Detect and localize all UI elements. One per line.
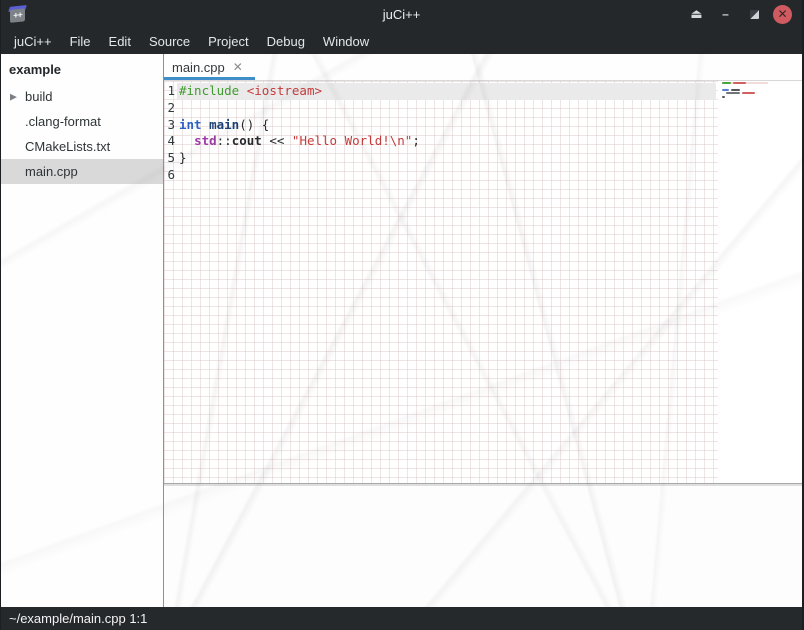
code-line-5[interactable]: 5} bbox=[164, 150, 716, 167]
sidebar-item-main-cpp[interactable]: main.cpp bbox=[1, 159, 163, 184]
expander-icon[interactable]: ▶ bbox=[10, 91, 17, 102]
code-text: } bbox=[177, 150, 716, 167]
code-text: std::cout << "Hello World!\n"; bbox=[177, 133, 716, 150]
code-line-6[interactable]: 6 bbox=[164, 167, 716, 184]
status-bar: ~/example/main.cpp 1:1 bbox=[1, 607, 802, 630]
restore-icon bbox=[750, 10, 759, 19]
code-text bbox=[177, 100, 716, 117]
line-number: 6 bbox=[164, 167, 177, 184]
minimap-row-3 bbox=[722, 89, 768, 91]
menu-project[interactable]: Project bbox=[199, 30, 257, 53]
line-number: 1 bbox=[164, 83, 177, 100]
code-lines: 1#include <iostream>23int main() {4 std:… bbox=[164, 83, 716, 184]
minimap-code-segment bbox=[726, 92, 740, 94]
terminal-panel[interactable] bbox=[164, 486, 802, 607]
menu-edit[interactable]: Edit bbox=[100, 30, 140, 53]
app-window: ++ juCi++ ⏏ – ✕ juCi++FileEditSourceProj… bbox=[0, 0, 804, 630]
minimize-button[interactable]: – bbox=[715, 4, 736, 25]
menu-window[interactable]: Window bbox=[314, 30, 378, 53]
source-minimap[interactable] bbox=[722, 82, 768, 102]
sidebar-item-build[interactable]: ▶ build bbox=[1, 84, 163, 109]
minimap-row-6 bbox=[722, 99, 768, 101]
minimap-row-4 bbox=[722, 92, 768, 94]
tab-label: main.cpp bbox=[172, 60, 225, 75]
window-title: juCi++ bbox=[1, 7, 802, 22]
menu-file[interactable]: File bbox=[61, 30, 100, 53]
file-tree: ▶ build .clang-format CMakeLists.txt main.cp… bbox=[1, 84, 163, 184]
project-root-label[interactable]: example bbox=[1, 56, 163, 84]
line-number: 2 bbox=[164, 100, 177, 117]
code-line-4[interactable]: 4 std::cout << "Hello World!\n"; bbox=[164, 133, 716, 150]
menu-source[interactable]: Source bbox=[140, 30, 199, 53]
code-line-3[interactable]: 3int main() { bbox=[164, 117, 716, 134]
minimap-row-5 bbox=[722, 96, 768, 98]
tree-item-label: .clang-format bbox=[25, 114, 101, 129]
sidebar-item-cmakelists-txt[interactable]: CMakeLists.txt bbox=[1, 134, 163, 159]
main-content: example ▶ build .clang-format CMakeLists.tx… bbox=[1, 54, 802, 607]
code-text: int main() { bbox=[177, 117, 716, 134]
line-number: 4 bbox=[164, 133, 177, 150]
minimap-code-segment bbox=[722, 82, 731, 84]
minimap-code-segment bbox=[742, 92, 755, 94]
status-file-position: ~/example/main.cpp 1:1 bbox=[9, 611, 147, 626]
editor-column: main.cpp ✕ 1#include <iostream>23int main… bbox=[164, 54, 802, 607]
sidebar-item--clang-format[interactable]: .clang-format bbox=[1, 109, 163, 134]
minimap-code-segment bbox=[722, 96, 725, 98]
tree-item-label: build bbox=[25, 89, 52, 104]
code-line-2[interactable]: 2 bbox=[164, 100, 716, 117]
window-controls: ⏏ – ✕ bbox=[686, 4, 802, 25]
menu-juci[interactable]: juCi++ bbox=[5, 30, 61, 53]
code-text bbox=[177, 167, 716, 184]
tab-bar: main.cpp ✕ bbox=[164, 54, 802, 81]
title-bar: ++ juCi++ ⏏ – ✕ bbox=[1, 0, 802, 28]
line-number: 3 bbox=[164, 117, 177, 134]
minimap-code-segment bbox=[722, 89, 729, 91]
tab-close-icon[interactable]: ✕ bbox=[233, 61, 243, 73]
code-text: #include <iostream> bbox=[177, 83, 716, 100]
code-editor[interactable]: 1#include <iostream>23int main() {4 std:… bbox=[164, 81, 802, 483]
close-button[interactable]: ✕ bbox=[773, 5, 792, 24]
minimap-code-segment bbox=[733, 82, 746, 84]
minimap-row-1 bbox=[722, 82, 768, 84]
shade-window-button[interactable]: ⏏ bbox=[686, 4, 707, 25]
tab-main-cpp[interactable]: main.cpp ✕ bbox=[164, 54, 255, 80]
menu-bar: juCi++FileEditSourceProjectDebugWindow bbox=[1, 28, 802, 54]
tree-item-label: main.cpp bbox=[25, 164, 78, 179]
file-tree-sidebar: example ▶ build .clang-format CMakeLists.tx… bbox=[1, 54, 164, 607]
minimap-row-2 bbox=[722, 85, 768, 87]
minimap-code-segment bbox=[731, 89, 740, 91]
menu-debug[interactable]: Debug bbox=[258, 30, 314, 53]
line-number: 5 bbox=[164, 150, 177, 167]
restore-button[interactable] bbox=[744, 4, 765, 25]
tree-item-label: CMakeLists.txt bbox=[25, 139, 110, 154]
code-line-1[interactable]: 1#include <iostream> bbox=[164, 83, 716, 100]
